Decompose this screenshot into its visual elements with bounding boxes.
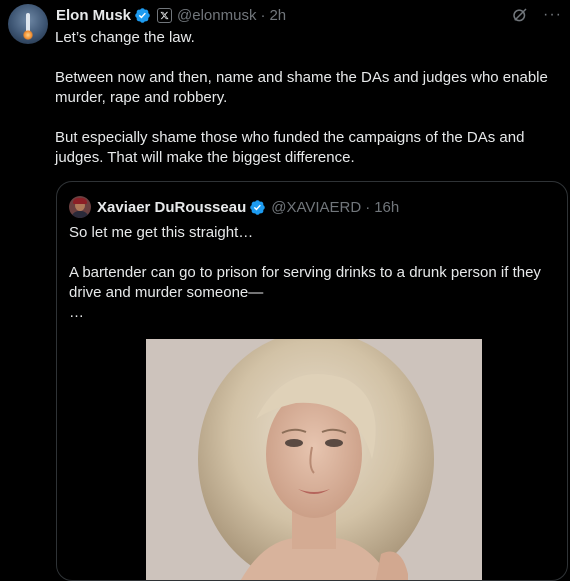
grok-icon[interactable] — [511, 6, 529, 24]
verified-badge-icon[interactable] — [249, 199, 266, 216]
tweet-text: Let’s change the law. Between now and th… — [55, 29, 548, 166]
rocket-icon — [26, 13, 30, 31]
verified-badge-icon[interactable] — [134, 7, 151, 24]
avatar-cap — [73, 198, 87, 204]
separator-dot: · — [365, 198, 371, 216]
separator-dot: · — [260, 6, 266, 24]
quoted-tweet-image[interactable] — [146, 339, 482, 580]
quoted-author-avatar[interactable] — [69, 196, 91, 218]
quoted-author-handle[interactable]: @XAVIAERD — [271, 199, 361, 216]
top-right-actions: ··· — [511, 6, 562, 24]
tweet-card[interactable]: Elon Musk @elonmusk · 2h ··· Let’s chang… — [0, 0, 570, 581]
quoted-post-timestamp[interactable]: 16h — [374, 199, 399, 216]
author-handle[interactable]: @elonmusk — [177, 7, 256, 24]
quoted-tweet[interactable]: Xaviaer DuRousseau @XAVIAERD · 16h So le… — [56, 181, 568, 581]
x-affiliate-badge-icon[interactable] — [157, 7, 173, 23]
quoted-tweet-text: So let me get this straight… A bartender… — [69, 224, 541, 321]
quoted-author-name[interactable]: Xaviaer DuRousseau — [97, 199, 246, 216]
author-name[interactable]: Elon Musk — [56, 7, 131, 24]
tweet-header: Elon Musk @elonmusk · 2h — [56, 5, 286, 25]
quoted-tweet-header: Xaviaer DuRousseau @XAVIAERD · 16h — [69, 196, 399, 218]
portrait-image — [146, 339, 482, 580]
rocket-flame-icon — [23, 30, 33, 40]
more-icon[interactable]: ··· — [543, 7, 562, 23]
author-avatar[interactable] — [8, 4, 48, 44]
post-timestamp[interactable]: 2h — [269, 7, 286, 24]
avatar-shirt — [71, 211, 89, 218]
